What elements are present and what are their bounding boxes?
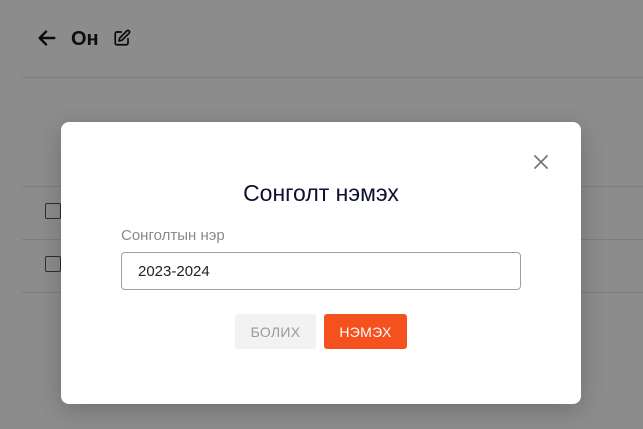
app: Он Сонголт нэмэх Сонголтын нэр БОЛИХ НЭМ… [0, 0, 643, 429]
dialog-title: Сонголт нэмэх [243, 180, 399, 206]
option-name-input[interactable] [121, 252, 521, 290]
add-option-dialog: Сонголт нэмэх Сонголтын нэр БОЛИХ НЭМЭХ [61, 122, 581, 404]
add-button[interactable]: НЭМЭХ [324, 314, 407, 349]
close-icon[interactable] [533, 154, 549, 170]
option-name-label: Сонголтын нэр [121, 227, 225, 244]
cancel-button[interactable]: БОЛИХ [235, 314, 316, 349]
